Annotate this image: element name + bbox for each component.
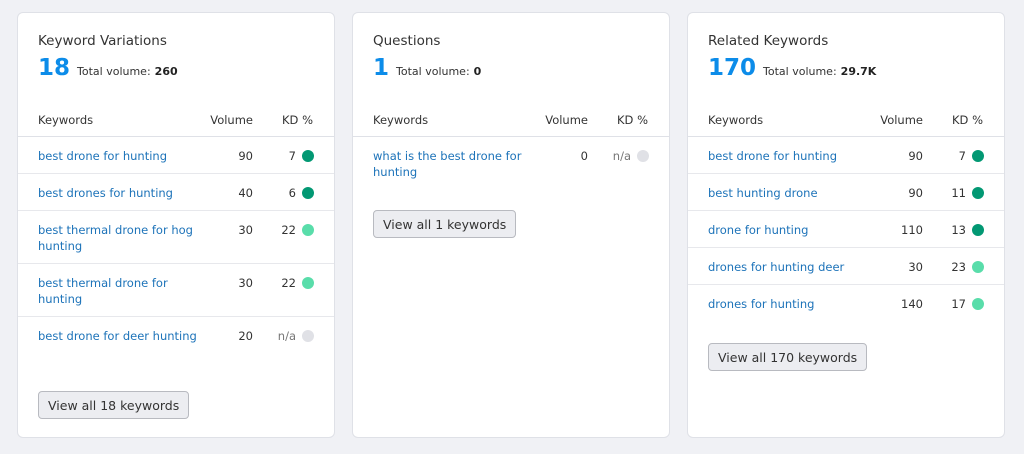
table-row: best drone for hunting 90 7 — [688, 137, 1004, 174]
kd-indicator-icon — [302, 330, 314, 342]
keyword-link[interactable]: best drones for hunting — [38, 185, 206, 201]
total-volume-value: 0 — [473, 65, 482, 78]
kd-value: 7 — [958, 149, 966, 163]
volume-value: 110 — [901, 223, 923, 237]
table-row: drones for hunting deer 30 23 — [688, 248, 1004, 285]
keyword-count: 1 — [373, 55, 390, 81]
kd-value: n/a — [612, 149, 631, 163]
view-all-keywords-button[interactable]: View all 1 keywords — [373, 210, 517, 238]
questions-card: Questions 1 Total volume: 0 Keywords Vol… — [352, 12, 670, 438]
keyword-table-body: best drone for hunting 90 7 best hunting… — [688, 137, 1004, 322]
column-header-volume[interactable]: Volume — [210, 113, 253, 127]
kd-indicator-icon — [302, 277, 314, 289]
summary: 18 Total volume: 260 — [38, 55, 178, 81]
table-row: best drone for hunting 90 7 — [18, 137, 334, 174]
related-keywords-card: Related Keywords 170 Total volume: 29.7K… — [687, 12, 1005, 438]
view-all-keywords-button[interactable]: View all 170 keywords — [708, 343, 868, 371]
view-all-keywords-button[interactable]: View all 18 keywords — [38, 391, 190, 419]
column-header-keywords: Keywords — [373, 113, 429, 127]
keyword-link[interactable]: best thermal drone for hunting — [38, 275, 206, 307]
keyword-link[interactable]: best drone for hunting — [708, 148, 876, 164]
keyword-link[interactable]: drones for hunting deer — [708, 259, 876, 275]
table-row: what is the best drone for hunting 0 n/a — [353, 137, 669, 190]
keyword-count: 170 — [708, 55, 757, 81]
summary: 1 Total volume: 0 — [373, 55, 481, 81]
total-volume-value: 29.7K — [840, 65, 877, 78]
kd-indicator-icon — [972, 150, 984, 162]
total-volume-label: Total volume: — [77, 65, 151, 78]
total-volume-value: 260 — [154, 65, 178, 78]
kd-value: n/a — [277, 329, 296, 343]
kd-indicator-icon — [972, 261, 984, 273]
kd-value: 22 — [281, 223, 296, 237]
column-header-keywords: Keywords — [708, 113, 764, 127]
kd-value: 6 — [288, 186, 296, 200]
volume-value: 30 — [238, 276, 253, 290]
kd-value: 11 — [951, 186, 966, 200]
kd-value: 22 — [281, 276, 296, 290]
keyword-variations-card: Keyword Variations 18 Total volume: 260 … — [17, 12, 335, 438]
table-row: drones for hunting 140 17 — [688, 285, 1004, 322]
kd-value: 23 — [951, 260, 966, 274]
table-header: Keywords Volume KD % — [353, 109, 669, 137]
keyword-link[interactable]: best thermal drone for hog hunting — [38, 222, 206, 254]
summary: 170 Total volume: 29.7K — [708, 55, 876, 81]
kd-indicator-icon — [302, 187, 314, 199]
card-title: Related Keywords — [708, 33, 829, 49]
total-volume-label: Total volume: — [396, 65, 470, 78]
volume-value: 20 — [238, 329, 253, 343]
table-header: Keywords Volume KD % — [18, 109, 334, 137]
keyword-link[interactable]: best drone for hunting — [38, 148, 206, 164]
kd-value: 7 — [288, 149, 296, 163]
kd-value: 17 — [951, 297, 966, 311]
volume-value: 90 — [908, 149, 923, 163]
kd-indicator-icon — [302, 224, 314, 236]
volume-value: 30 — [908, 260, 923, 274]
kd-indicator-icon — [972, 224, 984, 236]
table-row: best drone for deer hunting 20 n/a — [18, 317, 334, 370]
table-row: drone for hunting 110 13 — [688, 211, 1004, 248]
column-header-kd[interactable]: KD % — [282, 113, 313, 127]
column-header-volume[interactable]: Volume — [880, 113, 923, 127]
volume-value: 30 — [238, 223, 253, 237]
volume-value: 40 — [238, 186, 253, 200]
kd-value: 13 — [951, 223, 966, 237]
volume-value: 90 — [908, 186, 923, 200]
kd-indicator-icon — [972, 298, 984, 310]
keyword-count: 18 — [38, 55, 71, 81]
card-title: Keyword Variations — [38, 33, 167, 49]
table-row: best thermal drone for hunting 30 22 — [18, 264, 334, 317]
total-volume-label: Total volume: — [763, 65, 837, 78]
table-row: best thermal drone for hog hunting 30 22 — [18, 211, 334, 264]
volume-value: 140 — [901, 297, 923, 311]
keyword-link[interactable]: what is the best drone for hunting — [373, 148, 541, 180]
volume-value: 90 — [238, 149, 253, 163]
column-header-kd[interactable]: KD % — [952, 113, 983, 127]
volume-value: 0 — [580, 149, 588, 163]
column-header-kd[interactable]: KD % — [617, 113, 648, 127]
keyword-link[interactable]: drone for hunting — [708, 222, 876, 238]
column-header-keywords: Keywords — [38, 113, 94, 127]
keyword-link[interactable]: best drone for deer hunting — [38, 328, 206, 344]
keyword-link[interactable]: drones for hunting — [708, 296, 876, 312]
card-title: Questions — [373, 33, 441, 49]
kd-indicator-icon — [637, 150, 649, 162]
keyword-table-body: what is the best drone for hunting 0 n/a — [353, 137, 669, 190]
column-header-volume[interactable]: Volume — [545, 113, 588, 127]
kd-indicator-icon — [972, 187, 984, 199]
keyword-link[interactable]: best hunting drone — [708, 185, 876, 201]
table-row: best drones for hunting 40 6 — [18, 174, 334, 211]
keyword-table-body: best drone for hunting 90 7 best drones … — [18, 137, 334, 370]
kd-indicator-icon — [302, 150, 314, 162]
table-row: best hunting drone 90 11 — [688, 174, 1004, 211]
table-header: Keywords Volume KD % — [688, 109, 1004, 137]
